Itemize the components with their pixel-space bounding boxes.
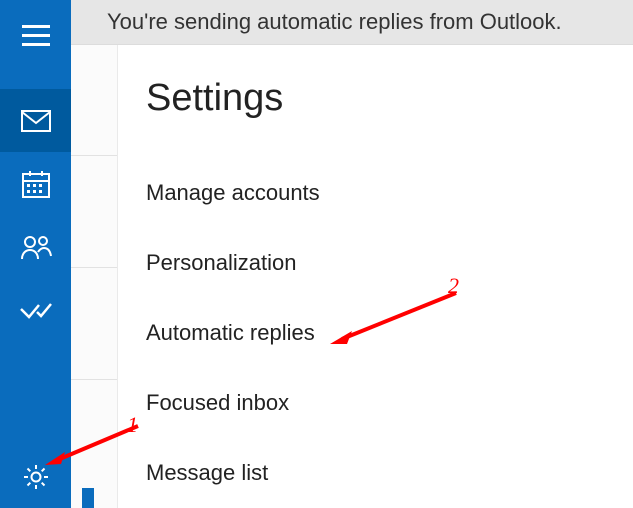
gutter-divider <box>71 267 117 268</box>
settings-item-message-list[interactable]: Message list <box>146 438 633 508</box>
settings-item-focused-inbox[interactable]: Focused inbox <box>146 368 633 438</box>
nav-settings[interactable] <box>0 445 71 508</box>
settings-item-label: Personalization <box>146 250 296 276</box>
settings-title: Settings <box>146 77 633 120</box>
app-root: You're sending automatic replies from Ou… <box>0 0 633 508</box>
nav-calendar[interactable] <box>0 152 71 215</box>
below-notif: Settings Manage accounts Personalization… <box>71 45 633 508</box>
settings-panel: Settings Manage accounts Personalization… <box>118 45 633 508</box>
settings-item-automatic-replies[interactable]: Automatic replies <box>146 298 633 368</box>
notification-text: You're sending automatic replies from Ou… <box>107 9 562 35</box>
gear-icon <box>22 463 50 491</box>
todo-icon <box>20 300 52 320</box>
gutter-divider <box>71 155 117 156</box>
list-gutter <box>71 45 118 508</box>
settings-item-label: Message list <box>146 460 268 486</box>
nav-rail <box>0 0 71 508</box>
settings-item-personalization[interactable]: Personalization <box>146 228 633 298</box>
calendar-icon <box>22 170 50 198</box>
notification-bar[interactable]: You're sending automatic replies from Ou… <box>71 0 633 45</box>
gutter-divider <box>71 379 117 380</box>
people-icon <box>20 234 52 260</box>
settings-item-label: Manage accounts <box>146 180 320 206</box>
settings-item-label: Automatic replies <box>146 320 315 346</box>
hamburger-icon <box>22 25 50 47</box>
hamburger-button[interactable] <box>0 0 71 72</box>
gutter-selection <box>82 488 94 508</box>
settings-item-label: Focused inbox <box>146 390 289 416</box>
right-area: You're sending automatic replies from Ou… <box>71 0 633 508</box>
mail-icon <box>21 110 51 132</box>
nav-people[interactable] <box>0 215 71 278</box>
settings-item-manage-accounts[interactable]: Manage accounts <box>146 158 633 228</box>
nav-todo[interactable] <box>0 278 71 341</box>
nav-mail[interactable] <box>0 89 71 152</box>
